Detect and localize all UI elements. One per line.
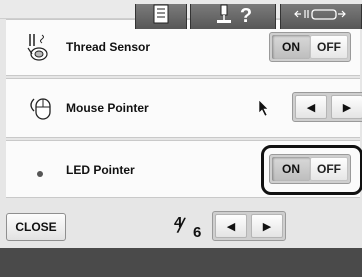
mouse-pointer-row: Mouse Pointer ◀ ▶: [6, 78, 362, 138]
taskbar-help-button[interactable]: ?: [190, 4, 276, 29]
thread-sensor-toggle: ON OFF: [269, 32, 351, 62]
help-label: ?: [239, 5, 253, 27]
led-pointer-on-button[interactable]: ON: [272, 157, 310, 181]
page-indicator: 4 / 6: [172, 213, 208, 241]
page-next-button[interactable]: ▶: [251, 214, 283, 238]
led-dot-icon: [35, 166, 45, 184]
thread-sensor-on-button[interactable]: ON: [272, 35, 310, 59]
thread-sensor-icon: [26, 32, 52, 67]
page-arrows: ◀ ▶: [212, 211, 286, 241]
page-total: 6: [193, 224, 202, 241]
taskbar-frame-button[interactable]: [280, 4, 362, 29]
led-pointer-off-button[interactable]: OFF: [310, 157, 348, 181]
close-button[interactable]: CLOSE: [6, 213, 66, 241]
mouse-pointer-right-button[interactable]: ▶: [331, 95, 362, 119]
machine-frame-icon: [293, 5, 349, 28]
taskbar-document-button[interactable]: [135, 4, 187, 29]
page-prev-button[interactable]: ◀: [215, 214, 247, 238]
footer-bar: CLOSE 4 / 6 ◀ ▶: [0, 200, 362, 241]
mouse-icon: [28, 95, 54, 128]
mouse-pointer-label: Mouse Pointer: [66, 101, 149, 115]
led-pointer-label: LED Pointer: [66, 163, 135, 177]
led-pointer-row: LED Pointer ON OFF: [6, 140, 362, 198]
document-list-icon: [153, 4, 169, 29]
thread-sensor-label: Thread Sensor: [66, 40, 151, 54]
mouse-pointer-arrows: ◀ ▶: [292, 92, 362, 122]
led-pointer-toggle: ON OFF: [269, 154, 351, 184]
mouse-pointer-left-button[interactable]: ◀: [295, 95, 327, 119]
taskbar: [0, 248, 362, 277]
sewing-help-icon: [214, 4, 234, 29]
thread-sensor-off-button[interactable]: OFF: [310, 35, 348, 59]
cursor-arrow-icon: [258, 99, 270, 122]
